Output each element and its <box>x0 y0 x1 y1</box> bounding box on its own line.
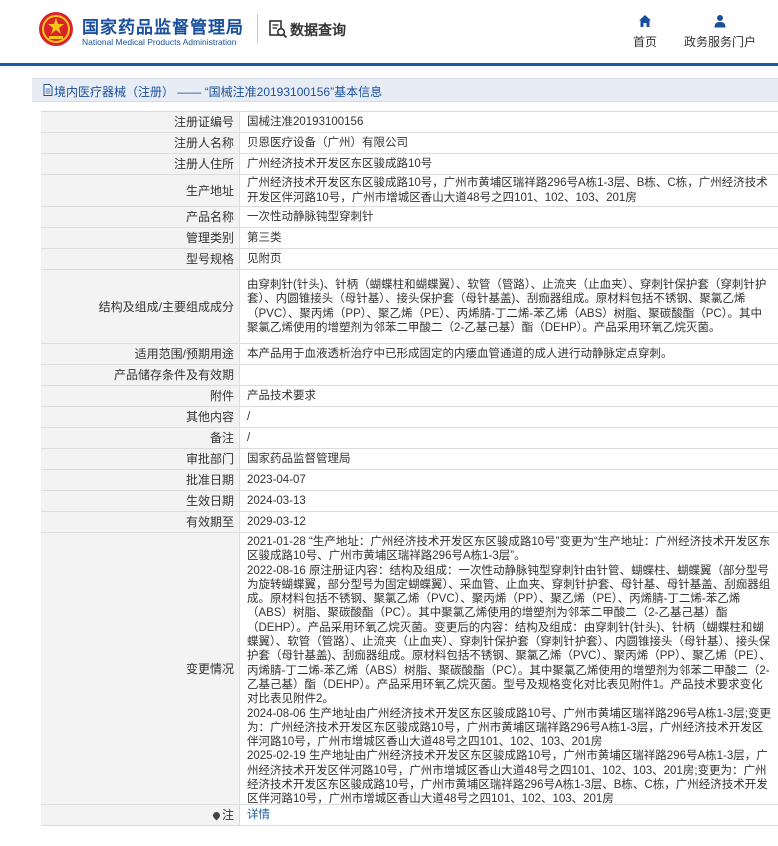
remarks: / <box>247 431 251 444</box>
attachment: 产品技术要求 <box>247 389 316 402</box>
user-icon <box>714 15 726 28</box>
table-row: 备注 / <box>41 428 778 449</box>
table-row: 生效日期 2024-03-13 <box>41 491 778 512</box>
change-history: 2021-01-28 “生产地址：广州经济技术开发区东区骏成路10号”变更为“生… <box>240 533 778 806</box>
row-label: 结构及组成/主要组成成分 <box>41 270 240 343</box>
table-row: 批准日期 2023-04-07 <box>41 470 778 491</box>
effective-date: 2024-03-13 <box>247 494 306 507</box>
row-label: 型号规格 <box>41 249 240 269</box>
row-label: 注册人名称 <box>41 133 240 153</box>
row-label-note: 注 <box>41 805 240 825</box>
table-row: 注 详情 <box>41 805 778 826</box>
table-row: 审批部门 国家药品监督管理局 <box>41 449 778 470</box>
intended-use: 本产品用于血液透析治疗中已形成固定的内瘘血管通道的成人进行动静脉定点穿刺。 <box>247 347 673 360</box>
registration-number: 国械注准20193100156 <box>247 115 364 128</box>
table-row: 生产地址 广州经济技术开发区东区骏成路10号，广州市黄埔区瑞祥路296号A栋1-… <box>41 175 778 207</box>
table-row: 适用范围/预期用途 本产品用于血液透析治疗中已形成固定的内瘘血管通道的成人进行动… <box>41 344 778 365</box>
row-label: 注册证编号 <box>41 112 240 132</box>
nav-service-label: 政务服务门户 <box>683 35 756 49</box>
national-emblem-icon[interactable] <box>38 11 74 47</box>
table-row: 注册人住所 广州经济技术开发区东区骏成路10号 <box>41 154 778 175</box>
management-category: 第三类 <box>247 231 282 244</box>
table-row: 型号规格 见附页 <box>41 249 778 270</box>
row-label: 有效期至 <box>41 512 240 532</box>
approval-department: 国家药品监督管理局 <box>247 452 351 465</box>
details-link[interactable]: 详情 <box>247 808 270 822</box>
expiry-date: 2029-03-12 <box>247 515 306 528</box>
production-address: 广州经济技术开发区东区骏成路10号，广州市黄埔区瑞祥路296号A栋1-3层、B栋… <box>247 177 768 204</box>
breadcrumb: 境内医疗器械（注册） —— “国械注准20193100156”基本信息 <box>32 78 778 102</box>
table-row: 产品名称 一次性动静脉钝型穿刺针 <box>41 207 778 228</box>
table-row: 管理类别 第三类 <box>41 228 778 249</box>
header-divider <box>257 14 258 44</box>
table-row: 产品储存条件及有效期 <box>41 365 778 386</box>
model-spec: 见附页 <box>247 252 282 265</box>
table-row: 有效期至 2029-03-12 <box>41 512 778 533</box>
data-query-label: 数据查询 <box>290 22 346 38</box>
table-row: 附件 产品技术要求 <box>41 386 778 407</box>
row-label: 变更情况 <box>41 533 240 804</box>
site-title[interactable]: 国家药品监督管理局 <box>82 13 244 38</box>
row-label: 备注 <box>41 428 240 448</box>
approval-date: 2023-04-07 <box>247 473 306 486</box>
table-row: 其他内容 / <box>41 407 778 428</box>
row-label: 管理类别 <box>41 228 240 248</box>
site-header: 国家药品监督管理局 National Medical Products Admi… <box>0 0 778 66</box>
row-label: 产品名称 <box>41 207 240 227</box>
row-label: 生效日期 <box>41 491 240 511</box>
row-label: 适用范围/预期用途 <box>41 344 240 364</box>
storage-conditions <box>240 365 778 385</box>
row-label: 批准日期 <box>41 470 240 490</box>
change-entry: 2024-08-06 生产地址由广州经济技术开发区东区骏成路10号、广州市黄埔区… <box>247 707 771 749</box>
pin-icon <box>211 810 222 820</box>
row-label: 注册人住所 <box>41 154 240 174</box>
nav-service-portal[interactable]: 政务服务门户 <box>680 14 760 50</box>
change-entry: 2022-08-16 原注册证内容：结构及组成：一次性动静脉钝型穿刺针由针管、蝴… <box>247 564 771 706</box>
nav-home-label: 首页 <box>632 35 657 49</box>
note-label: 注 <box>221 808 234 822</box>
other-content: / <box>247 410 251 423</box>
row-label: 其他内容 <box>41 407 240 427</box>
row-label: 生产地址 <box>41 175 240 206</box>
product-name: 一次性动静脉钝型穿刺针 <box>247 210 374 223</box>
registrant-name: 贝恩医疗设备（广州）有限公司 <box>247 136 408 149</box>
change-entry: 2021-01-28 “生产地址：广州经济技术开发区东区骏成路10号”变更为“生… <box>247 536 771 563</box>
breadcrumb-text: 境内医疗器械（注册） —— “国械注准20193100156”基本信息 <box>54 85 383 99</box>
detail-table: 注册证编号 国械注准20193100156 注册人名称 贝恩医疗设备（广州）有限… <box>41 111 778 826</box>
row-label: 附件 <box>41 386 240 406</box>
table-row: 结构及组成/主要组成成分 由穿刺针(针头)、针柄（蝴蝶柱和蝴蝶翼）、软管（管路）… <box>41 270 778 344</box>
row-label: 审批部门 <box>41 449 240 469</box>
structure-composition: 由穿刺针(针头)、针柄（蝴蝶柱和蝴蝶翼）、软管（管路）、止流夹（止血夹）、穿刺针… <box>247 278 767 334</box>
nav-home[interactable]: 首页 <box>628 14 662 50</box>
registrant-address: 广州经济技术开发区东区骏成路10号 <box>247 157 433 170</box>
table-row: 变更情况 2021-01-28 “生产地址：广州经济技术开发区东区骏成路10号”… <box>41 533 778 805</box>
site-subtitle: National Medical Products Administration <box>82 37 237 47</box>
table-row: 注册人名称 贝恩医疗设备（广州）有限公司 <box>41 133 778 154</box>
change-entry: 2025-02-19 生产地址由广州经济技术开发区东区骏成路10号，广州市黄埔区… <box>247 750 768 806</box>
document-icon <box>43 84 53 96</box>
home-icon <box>639 15 651 27</box>
note-value: 详情 <box>240 805 778 825</box>
table-row: 注册证编号 国械注准20193100156 <box>41 112 778 133</box>
row-label: 产品储存条件及有效期 <box>41 365 240 385</box>
data-query-icon <box>269 20 288 39</box>
